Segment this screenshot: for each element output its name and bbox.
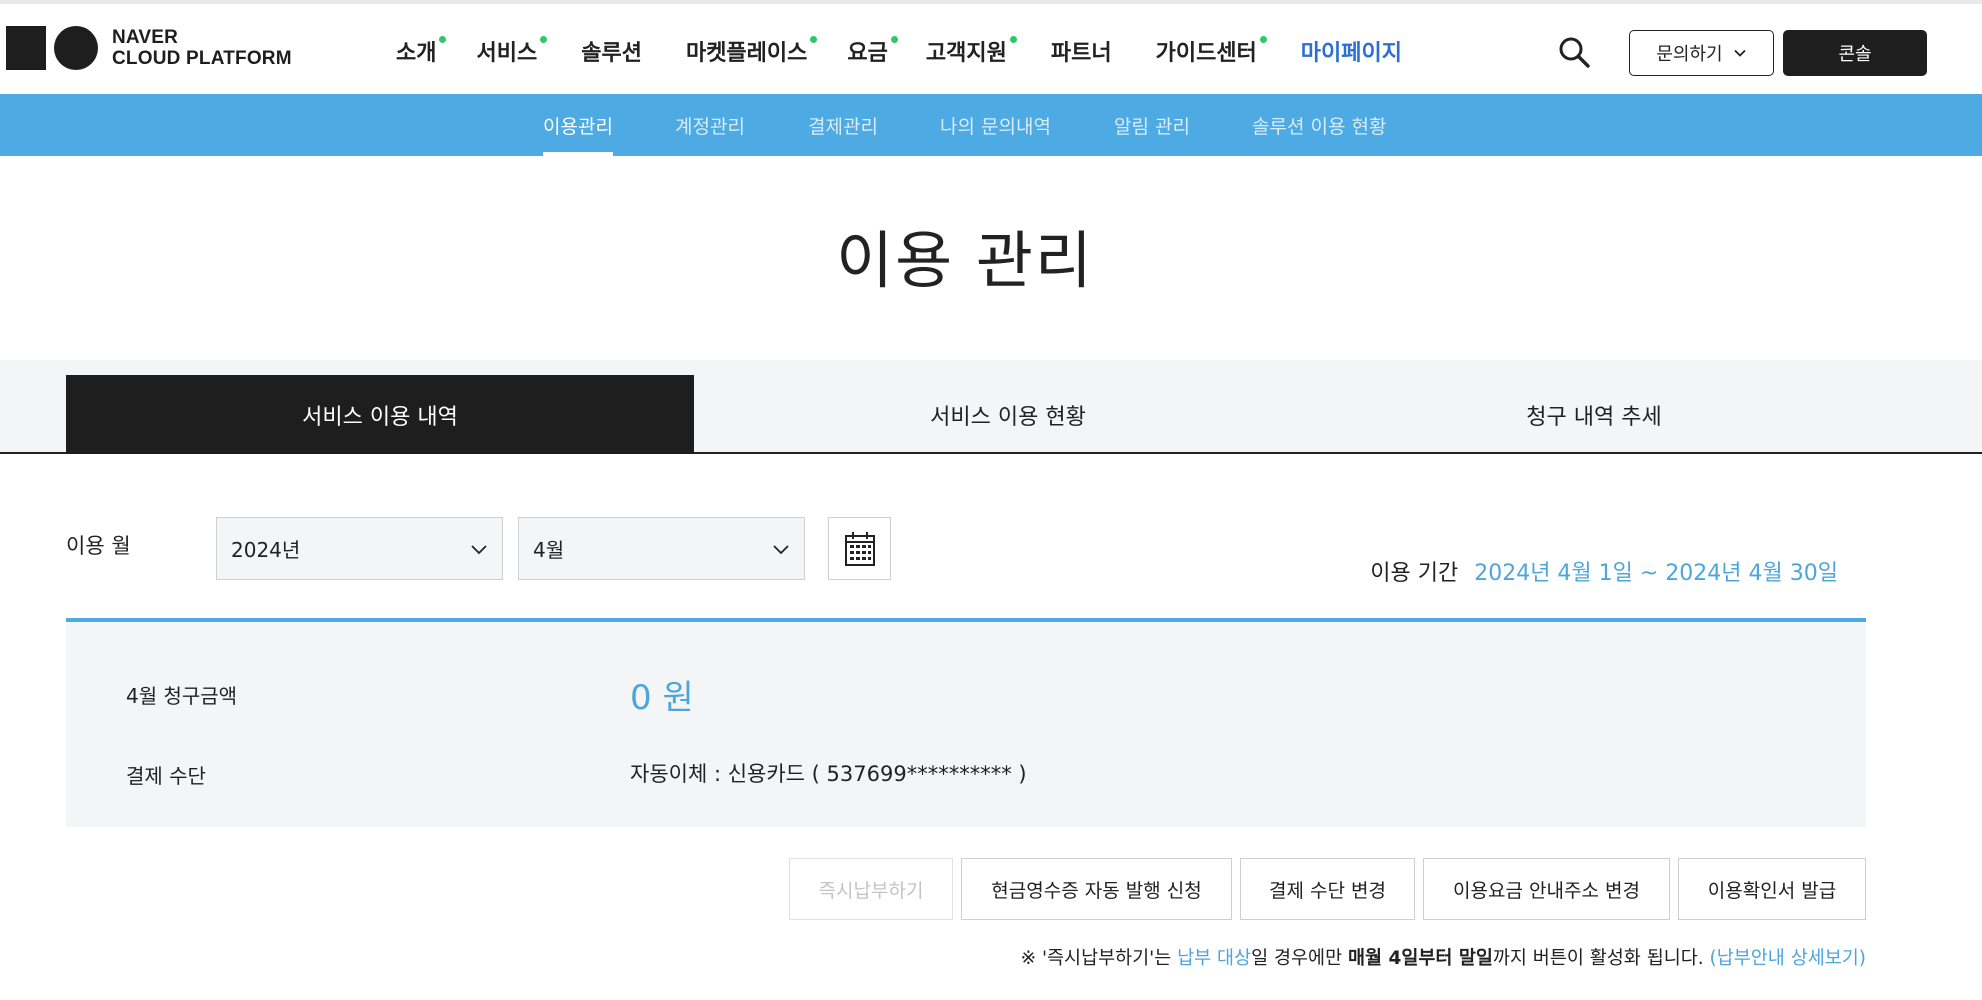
new-dot-icon (890, 36, 898, 43)
new-dot-icon (540, 36, 548, 43)
usage-period-label: 이용 기간 (1370, 561, 1459, 586)
inquiry-label: 문의하기 (1656, 44, 1723, 65)
usage-period: 이용 기간 2024년 4월 1일 ~ 2024년 4월 30일 (1370, 555, 1838, 587)
gnb-item-solutions[interactable]: 솔루션 (581, 4, 642, 98)
subnav-item-usage[interactable]: 이용관리 (543, 94, 613, 156)
gnb-label: 마이페이지 (1300, 41, 1402, 66)
chevron-down-icon (471, 545, 487, 555)
gnb-label: 소개 (396, 41, 437, 66)
gnb-item-pricing[interactable]: 요금 (847, 4, 898, 98)
calendar-icon (844, 531, 875, 566)
payment-method-value: 자동이체 : 신용카드 ( 537699********** ) (630, 762, 1027, 786)
new-dot-icon (810, 36, 818, 43)
subnav-item-solution-usage[interactable]: 솔루션 이용 현황 (1252, 94, 1386, 156)
gnb-item-services[interactable]: 서비스 (476, 4, 548, 98)
pay-now-notice: ※ '즉시납부하기'는 납부 대상일 경우에만 매월 4일부터 말일까지 버튼이… (1021, 944, 1866, 970)
subnav-item-payment[interactable]: 결제관리 (808, 94, 878, 156)
gnb-label: 서비스 (476, 41, 538, 66)
logo-line-2: CLOUD PLATFORM (112, 48, 292, 69)
usage-period-value: 2024년 4월 1일 ~ 2024년 4월 30일 (1474, 561, 1838, 586)
chevron-down-icon (1733, 49, 1746, 57)
payment-guide-detail-link[interactable]: (납부안내 상세보기) (1710, 948, 1866, 969)
new-dot-icon (1259, 36, 1267, 43)
calendar-button[interactable] (828, 517, 891, 580)
gnb-label: 요금 (847, 41, 888, 66)
usage-month-label: 이용 월 (66, 534, 131, 558)
usage-certificate-button[interactable]: 이용확인서 발급 (1678, 858, 1866, 920)
notice-mid: 일 경우에만 (1251, 948, 1348, 969)
tab-bar: 서비스 이용 내역 서비스 이용 현황 청구 내역 추세 (0, 360, 1982, 454)
notice-prefix: ※ '즉시납부하기'는 (1020, 948, 1178, 969)
gnb-item-partners[interactable]: 파트너 (1051, 4, 1112, 98)
year-select[interactable]: 2024년 (216, 517, 503, 580)
gnb-item-marketplace[interactable]: 마켓플레이스 (685, 4, 818, 98)
tab-service-usage-history[interactable]: 서비스 이용 내역 (66, 375, 694, 454)
billing-amount-value: 0 원 (630, 678, 694, 718)
page-title: 이용 관리 (836, 224, 1094, 297)
gnb-item-mypage[interactable]: 마이페이지 (1278, 4, 1425, 99)
cash-receipt-auto-issue-button[interactable]: 현금영수증 자동 발행 신청 (961, 858, 1232, 920)
subnav-item-account[interactable]: 계정관리 (675, 94, 745, 156)
chevron-down-icon (773, 545, 789, 555)
gnb-item-guide-center[interactable]: 가이드센터 (1155, 4, 1267, 98)
gnb-label: 마켓플레이스 (685, 41, 808, 66)
month-select-value: 4월 (533, 538, 565, 562)
logo-line-1: NAVER (112, 27, 179, 48)
tab-billing-trend[interactable]: 청구 내역 추세 (1322, 375, 1866, 454)
naver-cloud-logo[interactable]: NAVER CLOUD PLATFORM (6, 26, 292, 70)
gnb-label: 솔루션 (581, 41, 642, 66)
search-icon[interactable] (1558, 36, 1590, 68)
payment-method-label: 결제 수단 (126, 764, 206, 788)
notice-suffix: 까지 버튼이 활성화 됩니다. (1492, 948, 1710, 969)
gnb-label: 파트너 (1050, 41, 1112, 66)
billing-amount-label: 4월 청구금액 (126, 684, 238, 708)
global-header: NAVER CLOUD PLATFORM 소개 서비스 솔루션 마켓플레이스 요… (0, 0, 1982, 99)
subnav-item-my-inquiries[interactable]: 나의 문의내역 (940, 94, 1051, 156)
notice-period-bold: 매월 4일부터 말일 (1347, 948, 1493, 969)
logo-wordmark: NAVER CLOUD PLATFORM (112, 27, 292, 69)
logo-circle-mark (54, 26, 98, 70)
month-select[interactable]: 4월 (518, 517, 805, 580)
new-dot-icon (1009, 36, 1017, 43)
tab-service-usage-status[interactable]: 서비스 이용 현황 (694, 375, 1322, 454)
new-dot-icon (439, 36, 447, 43)
gnb-item-support[interactable]: 고객지원 (925, 4, 1017, 98)
year-select-value: 2024년 (231, 538, 301, 562)
change-payment-method-button[interactable]: 결제 수단 변경 (1240, 858, 1415, 920)
logo-square-mark (6, 26, 46, 70)
payment-target-link[interactable]: 납부 대상 (1177, 948, 1251, 969)
gnb-item-intro[interactable]: 소개 (396, 4, 447, 98)
gnb-label: 가이드센터 (1155, 41, 1257, 66)
inquiry-dropdown-button[interactable]: 문의하기 (1629, 30, 1774, 76)
console-button[interactable]: 콘솔 (1783, 30, 1927, 76)
global-nav: 소개 서비스 솔루션 마켓플레이스 요금 고객지원 파트너 가이드센터 마이페이… (396, 4, 1425, 99)
mypage-subnav: 이용관리 계정관리 결제관리 나의 문의내역 알림 관리 솔루션 이용 현황 (0, 94, 1982, 156)
pay-now-button[interactable]: 즉시납부하기 (789, 858, 953, 920)
change-billing-address-button[interactable]: 이용요금 안내주소 변경 (1423, 858, 1670, 920)
subnav-item-notifications[interactable]: 알림 관리 (1114, 94, 1190, 156)
billing-summary: 4월 청구금액 0 원 결제 수단 자동이체 : 신용카드 ( 537699**… (66, 618, 1866, 827)
gnb-label: 고객지원 (925, 41, 1007, 66)
